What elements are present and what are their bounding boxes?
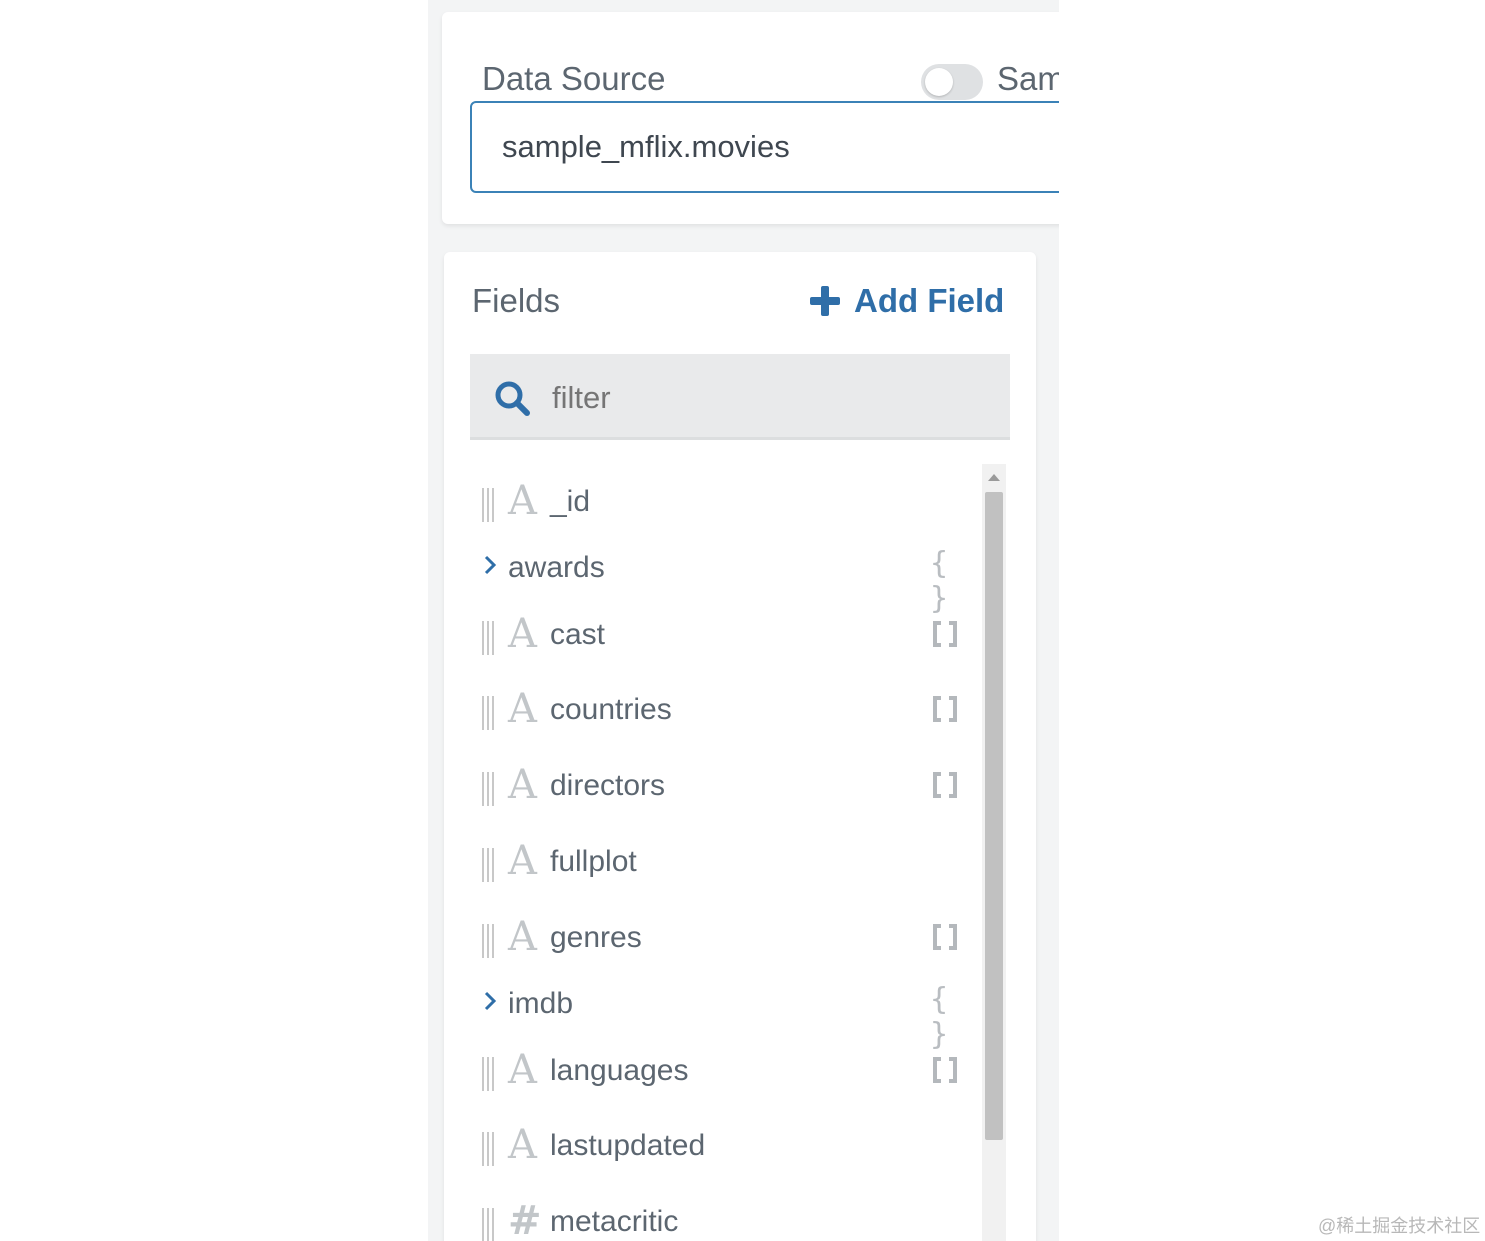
field-row[interactable]: Adirectors bbox=[470, 756, 970, 816]
drag-handle-icon[interactable] bbox=[482, 696, 496, 730]
field-name: lastupdated bbox=[550, 1129, 706, 1162]
fields-card: Fields Add Field A_idawards{ }AcastAcoun… bbox=[444, 252, 1036, 1241]
scrollbar-thumb[interactable] bbox=[985, 492, 1003, 1140]
data-source-input[interactable] bbox=[470, 101, 1059, 193]
field-row[interactable]: awards{ } bbox=[470, 538, 970, 616]
array-type-icon bbox=[933, 924, 957, 950]
data-source-title: Data Source bbox=[482, 60, 666, 97]
search-icon bbox=[495, 381, 530, 416]
field-row[interactable]: A _id bbox=[470, 472, 970, 532]
left-panel: Data Source Sam Fields Add Field A _idawa… bbox=[428, 0, 1059, 1241]
field-name: genres bbox=[550, 921, 642, 954]
field-row[interactable]: Acast bbox=[470, 605, 970, 665]
sample-label: Sam bbox=[997, 60, 1059, 97]
string-type-icon: A bbox=[508, 686, 537, 732]
string-type-icon: A bbox=[508, 1122, 537, 1168]
string-type-icon: A bbox=[508, 611, 537, 657]
string-type-icon: A bbox=[508, 838, 537, 884]
toggle-knob bbox=[925, 68, 953, 96]
drag-handle-icon[interactable] bbox=[482, 1057, 496, 1091]
field-name: countries bbox=[550, 693, 672, 726]
field-name: imdb bbox=[508, 987, 574, 1020]
fields-title: Fields bbox=[472, 282, 561, 319]
chevron-right-icon[interactable] bbox=[476, 550, 506, 580]
field-row[interactable]: Alanguages bbox=[470, 1041, 970, 1101]
field-name: awards bbox=[508, 551, 605, 584]
drag-handle-icon[interactable] bbox=[482, 488, 496, 522]
field-name: languages bbox=[550, 1054, 689, 1087]
field-name: cast bbox=[550, 618, 606, 651]
drag-handle-icon[interactable] bbox=[482, 848, 496, 882]
scroll-up-arrow-icon[interactable] bbox=[988, 474, 1000, 481]
field-row[interactable]: Afullplot bbox=[470, 832, 970, 892]
field-row[interactable]: Agenres bbox=[470, 908, 970, 968]
array-type-icon bbox=[933, 1057, 957, 1083]
drag-handle-icon[interactable] bbox=[482, 924, 496, 958]
drag-handle-icon[interactable] bbox=[482, 621, 496, 655]
add-field-label: Add Field bbox=[854, 282, 1005, 319]
filter-input[interactable] bbox=[550, 372, 974, 424]
number-type-icon: # bbox=[508, 1198, 542, 1241]
watermark: @稀土掘金技术社区 bbox=[1318, 1216, 1481, 1236]
plus-icon bbox=[810, 286, 840, 316]
drag-handle-icon[interactable] bbox=[482, 772, 496, 806]
string-type-icon: A bbox=[508, 478, 537, 524]
chevron-right-icon[interactable] bbox=[476, 986, 506, 1016]
string-type-icon: A bbox=[508, 762, 537, 808]
field-name: metacritic bbox=[550, 1205, 679, 1238]
field-name: directors bbox=[550, 769, 666, 802]
array-type-icon bbox=[933, 696, 957, 722]
sample-toggle[interactable] bbox=[921, 64, 983, 100]
array-type-icon bbox=[933, 772, 957, 798]
string-type-icon: A bbox=[508, 914, 537, 960]
add-field-button[interactable]: Add Field bbox=[810, 282, 1004, 320]
field-row[interactable]: Acountries bbox=[470, 680, 970, 740]
field-row[interactable]: imdb{ } bbox=[470, 974, 970, 1052]
field-row[interactable]: Alastupdated bbox=[470, 1116, 970, 1176]
field-name: _id bbox=[550, 485, 591, 518]
filter-box bbox=[470, 354, 1010, 440]
field-name: fullplot bbox=[550, 845, 637, 878]
scrollbar[interactable] bbox=[982, 464, 1006, 1241]
data-source-card: Data Source Sam bbox=[442, 12, 1059, 224]
string-type-icon: A bbox=[508, 1047, 537, 1093]
field-row[interactable]: # metacritic bbox=[470, 1192, 970, 1241]
drag-handle-icon[interactable] bbox=[482, 1132, 496, 1166]
drag-handle-icon[interactable] bbox=[482, 1208, 496, 1241]
array-type-icon bbox=[933, 621, 957, 647]
